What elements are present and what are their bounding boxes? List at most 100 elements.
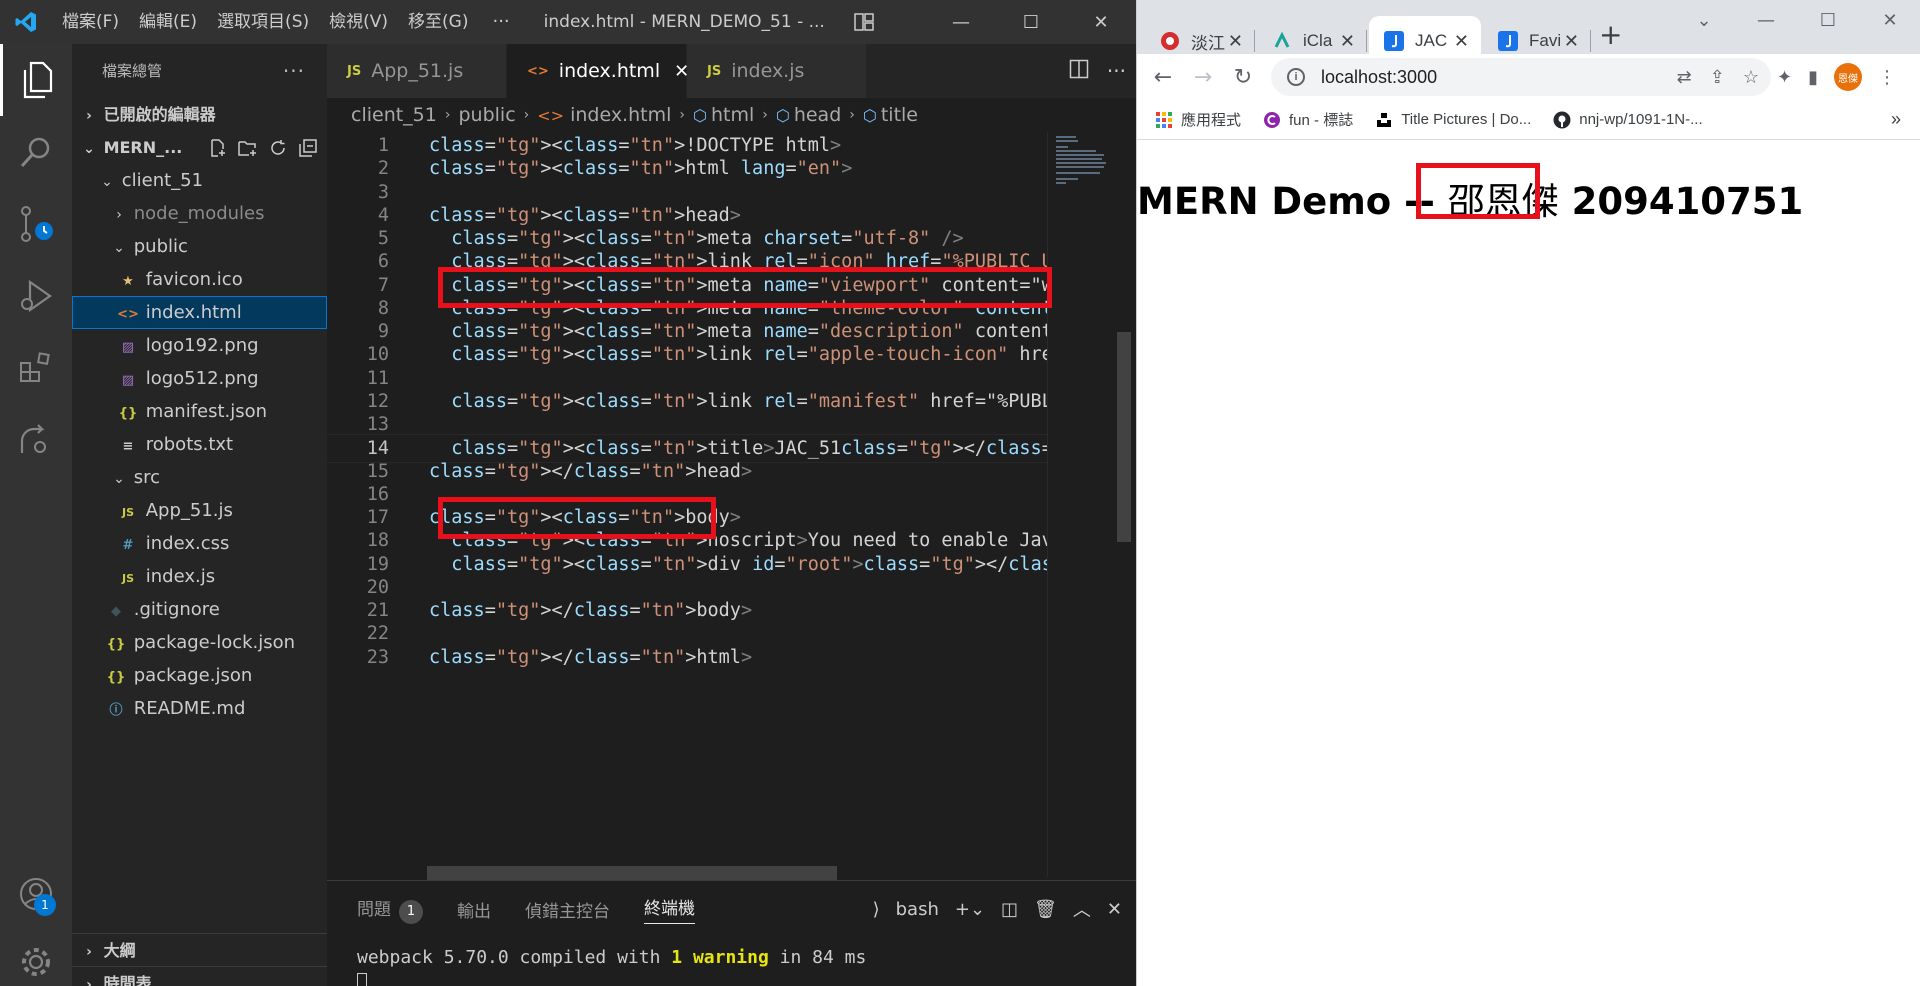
tab-index-html[interactable]: <> index.html ✕: [507, 44, 689, 98]
breadcrumb-item[interactable]: client_51: [351, 104, 437, 126]
menu-selection[interactable]: 選取項目(S): [207, 0, 319, 44]
extensions-puzzle-icon[interactable]: ✦: [1777, 67, 1792, 88]
reload-icon[interactable]: ↻: [1223, 65, 1263, 90]
share-icon[interactable]: ⇪: [1710, 67, 1725, 88]
translate-icon[interactable]: ⇄: [1677, 67, 1692, 88]
editor-more-icon[interactable]: ···: [1107, 59, 1126, 83]
menu-more-button[interactable]: ···: [478, 0, 523, 44]
code-line[interactable]: 23 class="tg"></class="tn">html>: [327, 644, 1047, 673]
bookmark-apps[interactable]: 應用程式: [1155, 109, 1241, 130]
close-tab-icon[interactable]: ✕: [1454, 31, 1469, 52]
minimize-icon[interactable]: —: [1735, 0, 1797, 40]
file-gitignore[interactable]: ◆ .gitignore: [72, 593, 327, 626]
tab-app-51[interactable]: JS App_51.js: [327, 44, 507, 98]
menu-edit[interactable]: 編輯(E): [129, 0, 207, 44]
breadcrumb-item[interactable]: public: [458, 104, 515, 126]
tab-terminal[interactable]: 終端機: [644, 894, 695, 924]
profile-avatar[interactable]: 恩傑: [1834, 63, 1862, 91]
new-tab-icon[interactable]: +: [1599, 18, 1622, 51]
file-robots[interactable]: ≡ robots.txt: [72, 428, 327, 461]
menu-view[interactable]: 檢視(V): [319, 0, 398, 44]
address-bar[interactable]: i localhost:3000 ⇄ ⇪ ☆: [1271, 58, 1771, 96]
new-folder-icon[interactable]: [237, 131, 259, 164]
refresh-icon[interactable]: [267, 131, 289, 164]
close-tab-icon[interactable]: ✕: [1564, 31, 1579, 52]
split-terminal-icon[interactable]: ◫: [1001, 899, 1018, 920]
maximize-icon[interactable]: ☐: [1797, 0, 1859, 40]
file-logo192[interactable]: ▨ logo192.png: [72, 329, 327, 362]
folder-client-51[interactable]: ⌄ client_51: [72, 164, 327, 197]
tab-search-icon[interactable]: ⌄: [1673, 0, 1735, 40]
tab-index-js[interactable]: JS index.js: [687, 44, 867, 98]
settings-gear-icon[interactable]: [0, 926, 72, 986]
bookmark-star-icon[interactable]: ☆: [1743, 67, 1759, 88]
vertical-scrollbar[interactable]: [1115, 132, 1133, 877]
close-tab-icon[interactable]: ✕: [1340, 31, 1355, 52]
maximize-panel-icon[interactable]: ︿: [1073, 896, 1091, 922]
explorer-icon[interactable]: [0, 44, 72, 116]
file-app-51[interactable]: JS App_51.js: [72, 494, 327, 527]
remote-share-icon[interactable]: [0, 404, 72, 476]
file-package-lock[interactable]: {} package-lock.json: [72, 626, 327, 659]
menu-go[interactable]: 移至(G): [398, 0, 478, 44]
tab-title: JAC: [1415, 31, 1448, 50]
maximize-icon[interactable]: ☐: [996, 0, 1066, 44]
outline-section[interactable]: › 大綱: [72, 933, 327, 966]
breadcrumb-item[interactable]: html: [711, 104, 754, 126]
bookmark-github[interactable]: nnj-wp/1091-1N-...: [1553, 111, 1703, 129]
file-favicon[interactable]: ★ favicon.ico: [72, 263, 327, 296]
shell-name[interactable]: bash: [896, 899, 939, 920]
search-icon[interactable]: [0, 116, 72, 188]
site-info-icon[interactable]: i: [1287, 68, 1305, 86]
image-icon: ▨: [121, 340, 135, 355]
tab-output[interactable]: 輸出: [457, 897, 491, 922]
trash-icon[interactable]: 🗑: [1034, 899, 1057, 920]
project-root-section[interactable]: ⌄ MERN_...: [72, 131, 327, 164]
breadcrumb-item[interactable]: index.html: [570, 104, 671, 126]
terminal-output[interactable]: webpack 5.70.0 compiled with 1 warning i…: [357, 947, 866, 968]
horizontal-scrollbar[interactable]: [427, 866, 837, 880]
file-package-json[interactable]: {} package.json: [72, 659, 327, 692]
terminal-text: webpack 5.70.0 compiled with: [357, 947, 672, 968]
accounts-icon[interactable]: 1: [0, 858, 72, 930]
timeline-section[interactable]: › 時間表: [72, 966, 327, 986]
collapse-all-icon[interactable]: [297, 131, 319, 164]
folder-src[interactable]: ⌄ src: [72, 461, 327, 494]
chrome-menu-icon[interactable]: ⋮: [1878, 67, 1896, 88]
minimap[interactable]: [1047, 132, 1113, 877]
new-terminal-icon[interactable]: +⌄: [955, 899, 985, 920]
close-window-icon[interactable]: ✕: [1066, 0, 1136, 44]
file-index-css[interactable]: # index.css: [72, 527, 327, 560]
run-debug-icon[interactable]: [0, 260, 72, 332]
bookmarks-overflow-button[interactable]: »: [1891, 109, 1901, 130]
tab-debug-console[interactable]: 偵錯主控台: [525, 897, 610, 922]
minimize-icon[interactable]: —: [926, 0, 996, 44]
scroll-thumb[interactable]: [1117, 332, 1131, 542]
tab-problems[interactable]: 問題 1: [357, 895, 423, 924]
back-icon[interactable]: ←: [1143, 65, 1183, 90]
file-readme[interactable]: ⓘ README.md: [72, 692, 327, 725]
extensions-icon[interactable]: [0, 332, 72, 404]
bookmark-title-pictures[interactable]: Title Pictures | Do...: [1375, 111, 1531, 129]
explorer-more-button[interactable]: ···: [283, 44, 305, 98]
file-manifest[interactable]: {} manifest.json: [72, 395, 327, 428]
customize-layout-icon[interactable]: [844, 13, 884, 31]
breadcrumb-item[interactable]: title: [881, 104, 918, 126]
close-panel-icon[interactable]: ✕: [1107, 899, 1122, 920]
close-tab-icon[interactable]: ✕: [1228, 31, 1243, 52]
folder-public[interactable]: ⌄ public: [72, 230, 327, 263]
open-editors-section[interactable]: › 已開啟的編輯器: [72, 98, 327, 131]
source-control-icon[interactable]: [0, 188, 72, 260]
side-panel-icon[interactable]: ▮: [1808, 67, 1818, 88]
file-logo512[interactable]: ▨ logo512.png: [72, 362, 327, 395]
menu-file[interactable]: 檔案(F): [52, 0, 129, 44]
bookmark-fun[interactable]: fun - 標誌: [1263, 109, 1353, 130]
close-window-icon[interactable]: ✕: [1859, 0, 1920, 40]
breadcrumb-item[interactable]: head: [794, 104, 841, 126]
new-file-icon[interactable]: [207, 131, 229, 164]
folder-node-modules[interactable]: › node_modules: [72, 197, 327, 230]
file-index-js[interactable]: JS index.js: [72, 560, 327, 593]
split-editor-icon[interactable]: [1069, 59, 1089, 84]
forward-icon[interactable]: →: [1183, 65, 1223, 90]
file-index-html[interactable]: <> index.html: [72, 296, 327, 329]
